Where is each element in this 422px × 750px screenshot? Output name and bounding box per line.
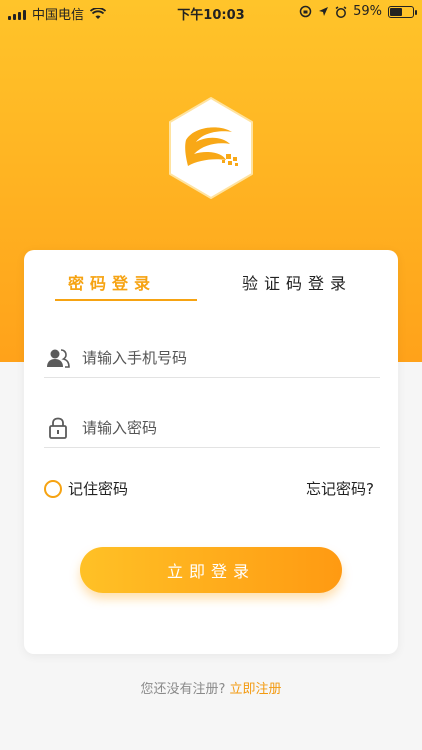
login-button[interactable]: 立即登录 <box>80 547 342 593</box>
phone-field <box>44 338 380 378</box>
user-icon <box>44 347 72 369</box>
phone-input[interactable] <box>82 348 362 367</box>
checkbox-circle-icon[interactable] <box>44 479 62 498</box>
password-input[interactable] <box>82 418 362 437</box>
password-field <box>44 408 380 448</box>
lock-icon <box>44 417 72 439</box>
forgot-password-link[interactable]: 忘记密码? <box>306 478 374 499</box>
battery-level <box>390 7 402 16</box>
login-card: 密码登录 验证码登录 记住密码 忘记密码? 立即登录 <box>24 250 398 654</box>
login-tabs: 密码登录 验证码登录 <box>24 250 398 302</box>
tab-sms-login[interactable]: 验证码登录 <box>242 270 352 294</box>
alarm-icon <box>335 5 347 18</box>
battery-percent: 59% <box>353 4 382 19</box>
location-icon <box>319 7 329 16</box>
rotation-lock-icon <box>299 5 312 18</box>
remember-password-label: 记住密码 <box>68 480 129 498</box>
tab-password-login[interactable]: 密码登录 <box>68 270 156 294</box>
register-link[interactable]: 立即注册 <box>229 682 281 697</box>
register-prompt-text: 您还没有注册? <box>140 682 226 697</box>
active-tab-indicator <box>55 299 197 301</box>
status-bar: 中国电信 下午10:03 59% <box>0 0 422 24</box>
battery-icon <box>388 5 417 18</box>
register-prompt: 您还没有注册? 立即注册 <box>0 678 422 697</box>
status-right: 59% <box>299 4 417 19</box>
remember-password-toggle[interactable]: 记住密码 <box>44 478 128 499</box>
app-logo <box>169 97 253 199</box>
